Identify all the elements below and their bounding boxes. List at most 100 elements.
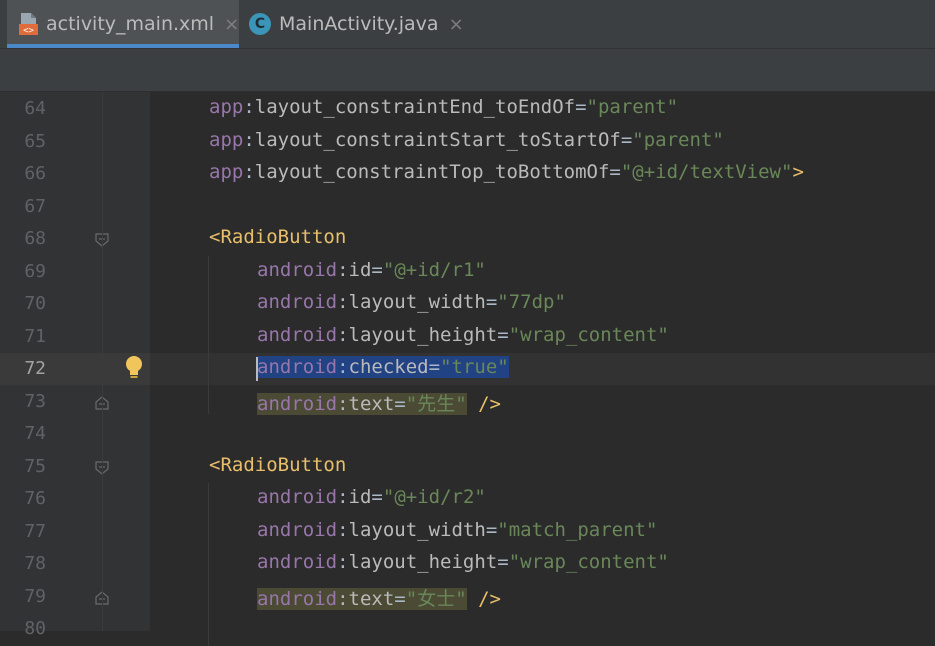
code-token-attr: layout_width [348,291,486,313]
code-token-val: "wrap_content" [508,323,669,346]
code-text[interactable]: android:text="先生" /> [257,389,501,416]
code-token-ns: android [257,518,338,541]
code-token-ns: android [257,486,338,508]
tab-main-activity-java[interactable]: C MainActivity.java × [240,0,470,48]
code-text[interactable]: app:layout_constraintTop_toBottomOf="@+i… [209,161,804,183]
code-token-pun: = [497,551,509,573]
code-token-pun: = [371,258,383,281]
code-text[interactable]: android:checked="true" [257,356,509,378]
line-number: 74 [24,423,46,444]
code-token-pun: : [337,392,349,415]
code-line[interactable]: 73 android:text="先生" /> [0,386,935,418]
indent-guide [208,255,209,414]
code-token-pun: : [337,551,349,573]
code-line[interactable]: 71 android:layout_height="wrap_content" [0,321,935,353]
code-token-attr: layout_constraintTop_toBottomOf [254,161,610,183]
code-token-pun: : [337,258,349,281]
code-text[interactable]: android:text="女士" /> [257,584,501,611]
line-number: 76 [24,488,46,509]
code-token-ns: android [257,258,338,281]
code-token-pun: : [337,518,349,541]
code-token-attr: text [348,587,395,610]
code-token-ns: android [257,323,338,346]
line-number: 65 [24,130,46,152]
code-line[interactable]: 80 [0,613,935,645]
code-text[interactable]: android:layout_height="wrap_content" [257,551,669,573]
code-token-val: "wrap_content" [508,551,669,573]
code-text[interactable]: android:layout_width="77dp" [257,291,566,313]
code-token-attr: layout_constraintEnd_toEndOf [254,96,576,118]
code-token-pun: : [337,587,349,610]
line-number: 79 [24,585,46,607]
code-line[interactable]: 79 android:text="女士" /> [0,581,935,613]
code-token-pun: : [337,323,349,346]
code-token-pun [467,393,478,415]
code-token-pun: = [575,96,587,118]
code-token-pun: = [497,323,509,346]
code-line[interactable]: 67 [0,191,935,223]
code-token-pun: = [428,356,441,378]
code-token-pun: = [485,518,498,541]
code-text[interactable]: android:layout_height="wrap_content" [257,324,669,346]
code-token-pun: = [609,161,621,183]
code-token-pun: = [394,392,406,415]
code-token-tag: /> [478,587,501,610]
code-text[interactable]: app:layout_constraintEnd_toEndOf="parent… [209,96,678,118]
tab-activity-main-xml[interactable]: <> activity_main.xml × [7,0,239,48]
code-text[interactable]: android:id="@+id/r1" [257,259,486,281]
line-number: 78 [24,553,46,574]
code-token-val: "match_parent" [497,518,658,541]
code-token-pun: = [394,587,406,610]
code-text[interactable]: android:id="@+id/r2" [257,486,486,508]
code-token-ns: app [209,128,244,151]
code-token-ns: android [257,587,338,610]
code-line[interactable]: 68 <RadioButton [0,223,935,255]
code-line[interactable]: 69 android:id="@+id/r1" [0,256,935,288]
code-token-attr: layout_constraintStart_toStartOf [254,128,621,151]
code-token-pun: : [337,356,349,378]
close-icon[interactable]: × [449,14,464,35]
code-line[interactable]: 64 app:layout_constraintEnd_toEndOf="pare… [0,93,935,125]
code-line[interactable]: 78 android:layout_height="wrap_content" [0,548,935,580]
code-token-val: "@+id/textView" [620,161,793,183]
code-token-tag: <RadioButton [209,453,347,476]
line-number: 72 [24,358,46,379]
code-text[interactable]: <RadioButton [209,226,346,248]
code-line[interactable]: 77 android:layout_width="match_parent" [0,516,935,548]
lightbulb-icon[interactable] [124,355,144,385]
code-line[interactable]: 66 app:layout_constraintTop_toBottomOf="@… [0,158,935,190]
code-token-val: "parent" [586,96,679,118]
code-text[interactable]: app:layout_constraintStart_toStartOf="pa… [209,129,724,151]
line-number: 71 [24,325,46,347]
code-token-val: "先生" [405,392,467,415]
code-line[interactable]: 65 app:layout_constraintStart_toStartOf="… [0,126,935,158]
line-number: 67 [24,195,46,217]
line-number: 70 [24,293,46,314]
xml-file-icon: <> [18,12,40,36]
code-line[interactable]: 76 android:id="@+id/r2" [0,483,935,515]
code-token-pun: : [243,96,255,118]
code-token-tag: > [792,161,804,183]
code-token-ns: android [257,356,338,378]
code-line[interactable]: 72 android:checked="true" [0,353,935,385]
code-line[interactable]: 75 <RadioButton [0,451,935,483]
line-number: 75 [24,455,46,477]
code-line[interactable]: 74 [0,418,935,450]
code-text[interactable]: <RadioButton [209,454,346,476]
code-token-val: "parent" [632,128,724,151]
code-token-attr: checked [348,356,429,378]
editor-tab-bar: <> activity_main.xml × C MainActivity.ja… [0,0,935,49]
code-token-ns: android [257,392,338,415]
code-token-val: "@+id/r1" [382,258,486,281]
line-number: 73 [24,390,46,412]
code-token-pun: = [371,486,383,508]
code-token-tag: <RadioButton [209,226,347,248]
code-token-val: "true" [440,356,509,378]
code-line[interactable]: 70 android:layout_width="77dp" [0,288,935,320]
line-number: 80 [24,618,46,639]
close-icon[interactable]: × [224,14,239,35]
code-token-attr: layout_height [348,323,498,346]
code-text[interactable]: android:layout_width="match_parent" [257,519,657,541]
code-token-ns: app [209,161,244,183]
code-token-tag: /> [478,392,501,415]
